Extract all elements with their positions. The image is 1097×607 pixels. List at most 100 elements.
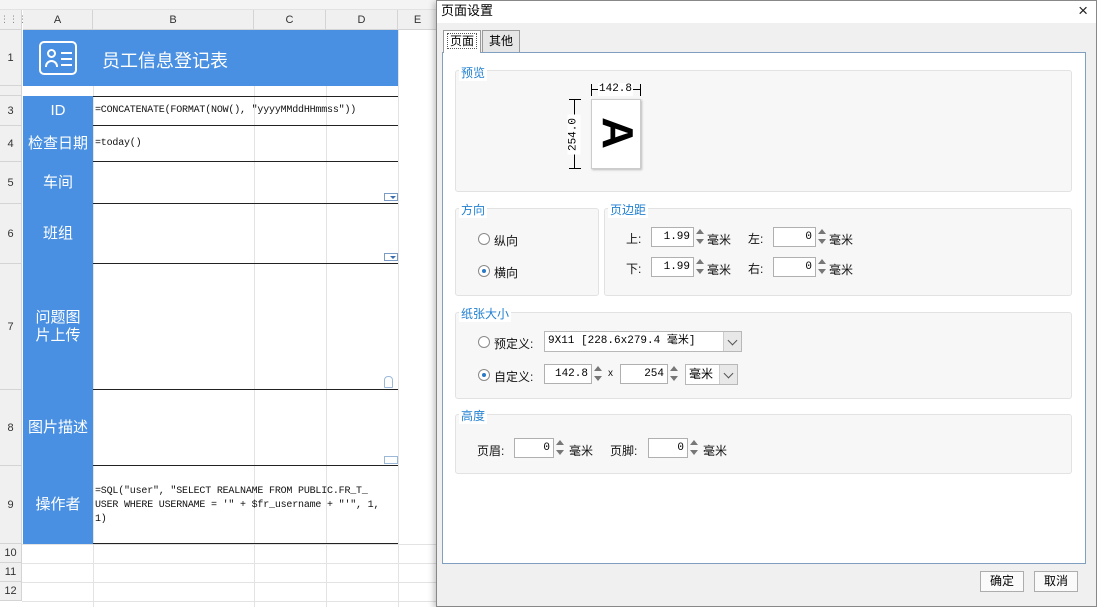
paper-height-input[interactable]: 254 bbox=[620, 364, 668, 384]
footer-height-spinner[interactable] bbox=[689, 438, 699, 458]
radio-preset[interactable] bbox=[478, 336, 490, 348]
row-header-4[interactable]: 4 bbox=[0, 126, 22, 162]
cell-operator-formula-line1[interactable]: =SQL("user", "SELECT REALNAME FROM PUBLI… bbox=[95, 486, 368, 497]
preview-width-label: 142.8 bbox=[598, 83, 634, 96]
row-header-11[interactable]: 11 bbox=[0, 563, 22, 582]
paper-size-title: 纸张大小 bbox=[459, 305, 512, 322]
row-header-5[interactable]: 5 bbox=[0, 162, 22, 204]
margin-left-label: 左: bbox=[748, 232, 764, 246]
row-header-1[interactable]: 1 bbox=[0, 30, 22, 86]
preview-group bbox=[455, 70, 1072, 192]
cell-operator-formula-line2[interactable]: USER WHERE USERNAME = '" + $fr_username … bbox=[95, 500, 379, 511]
cell-date-formula[interactable]: =today() bbox=[95, 138, 142, 149]
margin-left-unit: 毫米 bbox=[829, 233, 854, 247]
preset-label: 预定义: bbox=[494, 337, 534, 351]
header-height-input[interactable]: 0 bbox=[514, 438, 554, 458]
radio-portrait[interactable] bbox=[478, 233, 490, 245]
preview-glyph: A bbox=[593, 117, 642, 149]
row-header-7[interactable]: 7 bbox=[0, 264, 22, 390]
header-label: 页眉: bbox=[477, 444, 505, 458]
tab-panel-page: 预览 A 142.8 254.0 方向 纵向 横向 页边距 上: 1.99 毫米… bbox=[442, 52, 1086, 564]
paper-size-group bbox=[455, 312, 1072, 399]
cancel-button[interactable]: 取消 bbox=[1034, 571, 1078, 592]
label-operator: 操作者 bbox=[23, 466, 93, 544]
workshop-dropdown-icon[interactable] bbox=[384, 193, 398, 201]
radio-landscape[interactable] bbox=[478, 265, 490, 277]
chevron-down-icon[interactable] bbox=[723, 332, 741, 351]
tab-page-label: 页面 bbox=[446, 33, 477, 49]
col-header-e[interactable]: E bbox=[398, 10, 438, 30]
col-header-d[interactable]: D bbox=[326, 10, 398, 30]
chevron-down-icon[interactable] bbox=[719, 365, 737, 384]
ok-button[interactable]: 确定 bbox=[980, 571, 1024, 592]
paper-unit-value: 毫米 bbox=[689, 367, 714, 381]
preset-paper-select[interactable]: 9X11 [228.6x279.4 毫米] bbox=[544, 331, 742, 352]
margin-right-spinner[interactable] bbox=[817, 257, 827, 277]
portrait-label: 纵向 bbox=[494, 234, 519, 248]
sheet-title: 员工信息登记表 bbox=[102, 51, 228, 71]
margin-right-unit: 毫米 bbox=[829, 263, 854, 277]
paper-x-label: x bbox=[608, 368, 613, 379]
margin-bottom-input[interactable]: 1.99 bbox=[651, 257, 694, 277]
col-header-c[interactable]: C bbox=[254, 10, 326, 30]
label-team: 班组 bbox=[23, 204, 93, 264]
dialog-title: 页面设置 bbox=[437, 1, 1096, 23]
footer-unit: 毫米 bbox=[703, 444, 728, 458]
col-header-b[interactable]: B bbox=[93, 10, 254, 30]
row-header-9[interactable]: 9 bbox=[0, 466, 22, 544]
margin-right-label: 右: bbox=[748, 262, 764, 276]
margin-bottom-spinner[interactable] bbox=[695, 257, 705, 277]
grid-icon[interactable]: ⋮⋮⋮ bbox=[0, 10, 27, 30]
label-photo-desc: 图片描述 bbox=[23, 390, 93, 466]
upload-icon[interactable] bbox=[384, 376, 393, 388]
preview-title: 预览 bbox=[459, 64, 488, 81]
preview-height-label: 254.0 bbox=[567, 114, 581, 155]
close-icon[interactable]: × bbox=[1078, 2, 1088, 20]
cell-operator-formula-line3[interactable]: 1) bbox=[95, 514, 107, 525]
paper-height-spinner[interactable] bbox=[669, 364, 679, 384]
label-id: ID bbox=[23, 96, 93, 126]
id-card-icon bbox=[39, 41, 77, 75]
header-height-spinner[interactable] bbox=[555, 438, 565, 458]
landscape-label: 横向 bbox=[494, 266, 519, 280]
height-title: 高度 bbox=[459, 407, 488, 424]
custom-label: 自定义: bbox=[494, 370, 534, 384]
row-header-8[interactable]: 8 bbox=[0, 390, 22, 466]
row-header-10[interactable]: 10 bbox=[0, 544, 22, 563]
footer-label: 页脚: bbox=[610, 444, 638, 458]
label-check-date: 检查日期 bbox=[23, 126, 93, 162]
height-dimension: 254.0 bbox=[567, 99, 581, 169]
label-photo-upload: 问题图片上传 bbox=[23, 264, 93, 390]
margin-top-label: 上: bbox=[626, 232, 642, 246]
paper-width-spinner[interactable] bbox=[593, 364, 603, 384]
paper-unit-select[interactable]: 毫米 bbox=[685, 364, 738, 385]
textarea-icon[interactable] bbox=[384, 456, 398, 464]
margin-right-input[interactable]: 0 bbox=[773, 257, 816, 277]
tab-other[interactable]: 其他 bbox=[482, 30, 520, 52]
page-setup-dialog: 页面设置 × 页面 其他 预览 A 142.8 254.0 方向 纵向 横向 页… bbox=[436, 0, 1097, 607]
orientation-group bbox=[455, 208, 599, 296]
tab-page[interactable]: 页面 bbox=[443, 30, 481, 53]
footer-height-input[interactable]: 0 bbox=[648, 438, 688, 458]
margin-left-spinner[interactable] bbox=[817, 227, 827, 247]
margin-bottom-label: 下: bbox=[626, 262, 642, 276]
width-dimension: 142.8 bbox=[591, 83, 641, 96]
header-unit: 毫米 bbox=[569, 444, 594, 458]
row-header-6[interactable]: 6 bbox=[0, 204, 22, 264]
cell-id-formula[interactable]: =CONCATENATE(FORMAT(NOW(), "yyyyMMddHHmm… bbox=[95, 105, 356, 116]
col-header-a[interactable]: A bbox=[23, 10, 93, 30]
margin-top-unit: 毫米 bbox=[707, 233, 732, 247]
team-dropdown-icon[interactable] bbox=[384, 253, 398, 261]
title-banner: 员工信息登记表 bbox=[23, 30, 398, 86]
paper-width-input[interactable]: 142.8 bbox=[544, 364, 592, 384]
margin-left-input[interactable]: 0 bbox=[773, 227, 816, 247]
preset-paper-value: 9X11 [228.6x279.4 毫米] bbox=[548, 335, 696, 347]
margin-top-input[interactable]: 1.99 bbox=[651, 227, 694, 247]
margins-title: 页边距 bbox=[608, 201, 649, 218]
radio-custom[interactable] bbox=[478, 369, 490, 381]
row-header-2[interactable] bbox=[0, 86, 22, 96]
margin-top-spinner[interactable] bbox=[695, 227, 705, 247]
row-header-3[interactable]: 3 bbox=[0, 96, 22, 126]
margins-group bbox=[604, 208, 1072, 296]
row-header-12[interactable]: 12 bbox=[0, 582, 22, 601]
